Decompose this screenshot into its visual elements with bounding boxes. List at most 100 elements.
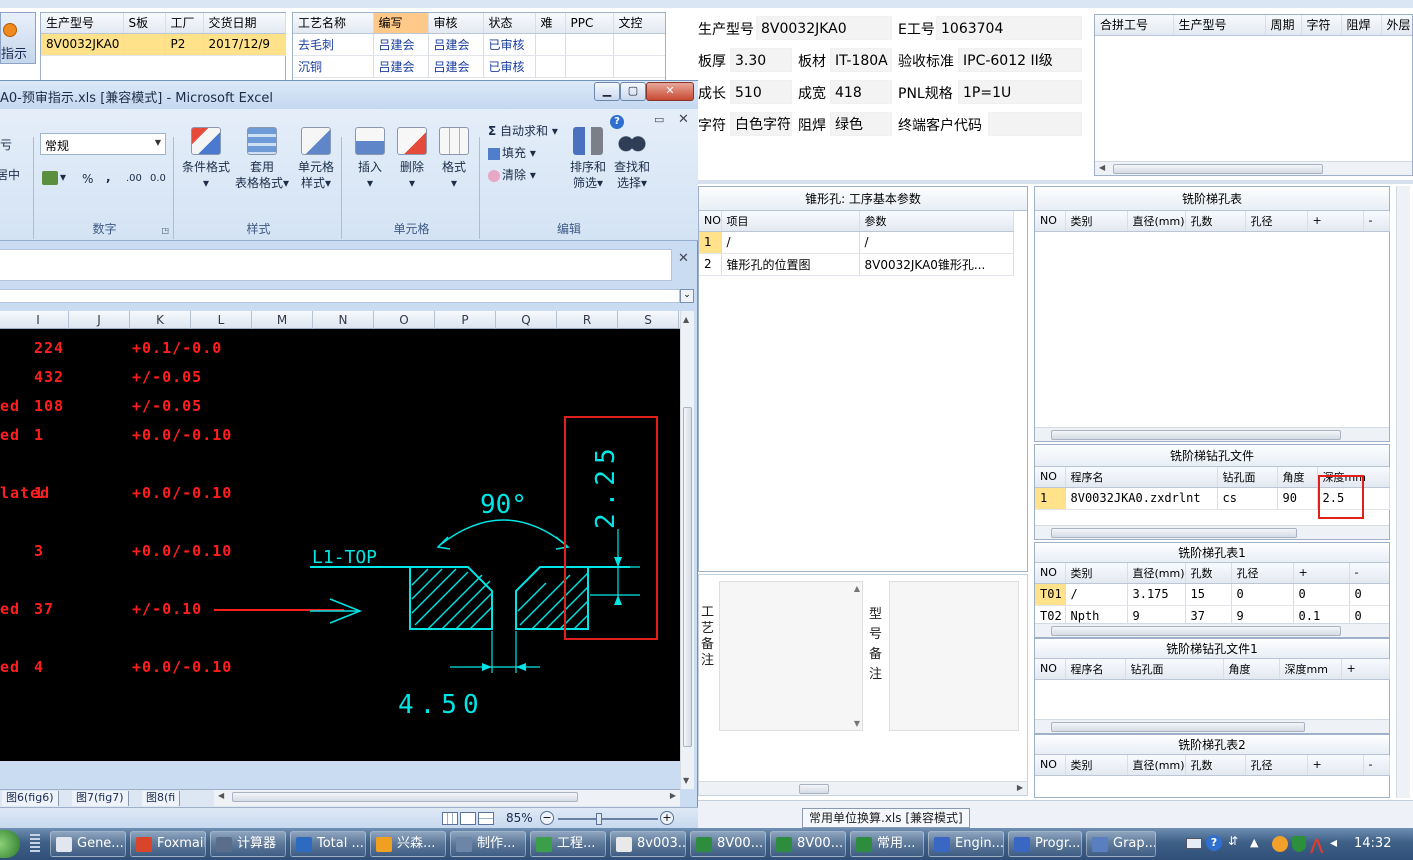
eno-value[interactable]: 1063704 xyxy=(936,16,1082,40)
column-header[interactable]: 外层 xyxy=(1381,15,1412,36)
align-button[interactable]: 亏 xyxy=(0,137,12,153)
column-header[interactable]: 直径(mm) xyxy=(1127,211,1186,232)
column-header[interactable]: 孔径 xyxy=(1245,755,1308,776)
column-header[interactable]: 生产型号 xyxy=(41,13,124,34)
column-header[interactable]: 难 xyxy=(535,13,566,34)
column-header[interactable]: L xyxy=(191,311,252,329)
dialog-launcher-icon[interactable]: ◳ xyxy=(161,226,169,235)
column-header[interactable]: 程序名 xyxy=(1065,467,1218,488)
column-header[interactable]: + xyxy=(1307,755,1364,776)
column-header[interactable]: 角度 xyxy=(1277,467,1318,488)
taskbar-button[interactable]: Progr... xyxy=(1008,831,1082,857)
excel-title-bar[interactable]: A0-预审指示.xls [兼容模式] - Microsoft Excel ▁ ▢… xyxy=(0,81,698,109)
splitter[interactable] xyxy=(698,180,1413,184)
column-header[interactable]: M xyxy=(252,311,313,329)
column-header[interactable]: NO xyxy=(1035,467,1066,488)
column-header[interactable]: NO xyxy=(1035,755,1066,776)
model-note-textarea[interactable] xyxy=(889,581,1019,731)
column-header[interactable]: NO xyxy=(1035,211,1066,232)
sheet-tab[interactable]: 图8(fi xyxy=(142,791,181,806)
mill-step-hscroll[interactable] xyxy=(1035,427,1389,441)
formula-close-icon[interactable]: ✕ xyxy=(678,251,689,266)
scroll-up-icon[interactable]: ▲ xyxy=(854,584,860,593)
ribbon-restore-icon[interactable]: ▭ xyxy=(654,113,664,126)
column-header[interactable]: 类别 xyxy=(1065,563,1128,584)
sheet-tab[interactable]: 图7(fig7) xyxy=(72,791,129,806)
column-header[interactable]: + xyxy=(1293,563,1350,584)
column-header[interactable]: - xyxy=(1363,755,1390,776)
taskbar-button[interactable]: 计算器 xyxy=(210,831,286,857)
taskbar-button[interactable]: Gene... xyxy=(50,831,126,857)
width-value[interactable]: 418 xyxy=(830,80,892,104)
column-header[interactable]: 状态 xyxy=(483,13,536,34)
column-header[interactable]: NO xyxy=(699,211,722,232)
name-box-row[interactable] xyxy=(0,289,680,303)
number-format-select[interactable]: 常规 ▼ xyxy=(40,133,166,155)
find-select-button[interactable]: 查找和 选择▾ xyxy=(610,127,654,191)
mill-step-file1-hscroll[interactable] xyxy=(1035,719,1389,733)
mill-step-file-hscroll[interactable] xyxy=(1035,525,1389,539)
conditional-format-button[interactable]: 条件格式 ▾ xyxy=(178,127,234,191)
column-header[interactable]: J xyxy=(69,311,130,329)
sheet-hscroll[interactable]: ◀ ▶ xyxy=(214,790,680,806)
column-header[interactable]: 参数 xyxy=(859,211,1014,232)
char-value[interactable]: 白色字符 xyxy=(730,112,792,136)
table-row[interactable]: 沉铜 吕建会 吕建会 已审核 xyxy=(293,55,665,78)
currency-button[interactable]: ▾ xyxy=(42,169,66,185)
minimize-button[interactable]: ▁ xyxy=(594,82,620,101)
column-header[interactable]: S板 xyxy=(123,13,166,34)
scroll-down-icon[interactable]: ▼ xyxy=(854,719,860,728)
column-header[interactable]: + xyxy=(1341,659,1390,680)
table-format-button[interactable]: 套用 表格格式▾ xyxy=(234,127,290,191)
zoom-in-icon[interactable]: + xyxy=(660,811,674,825)
table-row[interactable]: 去毛刺 吕建会 吕建会 已审核 xyxy=(293,33,665,56)
column-header[interactable]: 钻孔面 xyxy=(1217,467,1278,488)
taskbar-button[interactable]: 8V00... xyxy=(770,831,846,857)
column-header[interactable]: 程序名 xyxy=(1065,659,1126,680)
column-header[interactable]: - xyxy=(1349,563,1389,584)
column-header[interactable]: Q xyxy=(496,311,557,329)
column-header[interactable]: N xyxy=(313,311,374,329)
keyboard-icon[interactable] xyxy=(1186,838,1202,849)
column-header[interactable]: 编写 xyxy=(373,13,429,34)
column-header[interactable]: 周期 xyxy=(1265,15,1302,36)
tray-expand-icon[interactable]: ▲ xyxy=(1250,836,1258,849)
column-header[interactable]: O xyxy=(374,311,435,329)
combine-hscroll[interactable]: ◀ xyxy=(1095,161,1412,175)
process-note-textarea[interactable]: ▲ ▼ xyxy=(719,581,863,731)
pnl-value[interactable]: 1P=1U xyxy=(958,80,1082,104)
sheet-area[interactable]: 224 +0.1/-0.0 432 +/-0.05 ed 108 +/-0.05 ed 1 +0.… xyxy=(0,329,680,761)
column-header[interactable]: 类别 xyxy=(1065,755,1128,776)
column-header[interactable]: I xyxy=(8,311,69,329)
scroll-left-icon[interactable]: ◀ xyxy=(218,791,224,800)
column-header[interactable]: 工厂 xyxy=(165,13,204,34)
insert-button[interactable]: 插入 ▾ xyxy=(350,127,390,191)
column-header[interactable]: 项目 xyxy=(721,211,860,232)
autosum-button[interactable]: Σ 自动求和 ▾ xyxy=(488,123,558,139)
clear-button[interactable]: 清除 ▾ xyxy=(488,167,536,183)
column-header[interactable]: 孔数 xyxy=(1185,755,1246,776)
merge-center-button[interactable]: 居中 xyxy=(0,167,20,183)
scroll-right-icon[interactable]: ▶ xyxy=(1017,783,1023,792)
shield-icon[interactable] xyxy=(1292,836,1306,852)
column-header[interactable]: S xyxy=(618,311,679,329)
material-value[interactable]: IT-180A xyxy=(830,48,892,72)
taskbar-button[interactable]: 工程... xyxy=(530,831,606,857)
column-header[interactable]: 生产型号 xyxy=(1173,15,1266,36)
zoom-slider[interactable] xyxy=(558,813,658,825)
column-header[interactable]: 孔径 xyxy=(1231,563,1294,584)
taskbar-button[interactable]: 制作... xyxy=(450,831,526,857)
length-value[interactable]: 510 xyxy=(730,80,792,104)
standard-value[interactable]: IPC-6012 II级 xyxy=(958,48,1082,72)
table-row[interactable]: 1// xyxy=(699,231,1014,254)
column-header[interactable]: R xyxy=(557,311,618,329)
zoom-level[interactable]: 85% xyxy=(506,811,533,825)
scroll-left-icon[interactable]: ◀ xyxy=(1099,163,1105,172)
clock[interactable]: 14:32 xyxy=(1354,836,1391,851)
mill-step1-hscroll[interactable] xyxy=(1035,623,1389,637)
column-header[interactable]: NO xyxy=(1035,659,1066,680)
column-header[interactable]: 工艺名称 xyxy=(293,13,374,34)
delete-button[interactable]: 删除 ▾ xyxy=(392,127,432,191)
start-button[interactable] xyxy=(0,830,20,858)
taskbar-button[interactable]: 8v003... xyxy=(610,831,686,857)
